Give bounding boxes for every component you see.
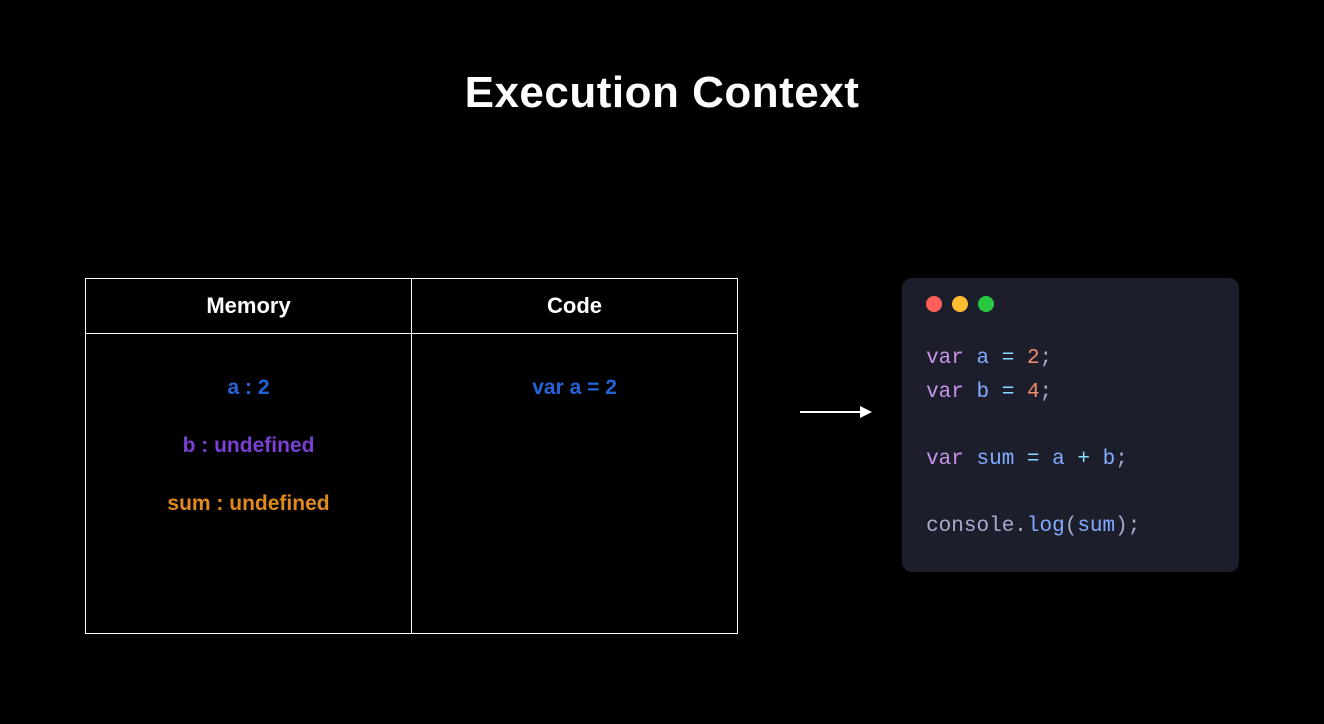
maximize-icon (978, 296, 994, 312)
close-icon (926, 296, 942, 312)
source-line-4: console.log(sum); (926, 510, 1215, 544)
execution-context-table: Memory Code a : 2 b : undefined sum : un… (85, 278, 738, 634)
source-line-2: var b = 4; (926, 376, 1215, 410)
minimize-icon (952, 296, 968, 312)
code-cell: var a = 2 (412, 334, 738, 634)
memory-header: Memory (86, 279, 412, 334)
memory-entry-sum: sum : undefined (167, 492, 329, 516)
code-header: Code (412, 279, 738, 334)
memory-entry-b: b : undefined (183, 434, 315, 458)
memory-entry-a: a : 2 (228, 376, 270, 400)
slide-title: Execution Context (0, 68, 1324, 118)
code-editor: var a = 2; var b = 4; var sum = a + b; c… (902, 278, 1239, 572)
blank-line (926, 476, 1215, 510)
code-line-current: var a = 2 (412, 334, 737, 400)
source-line-1: var a = 2; (926, 342, 1215, 376)
slide-content: Memory Code a : 2 b : undefined sum : un… (85, 278, 1239, 634)
memory-cell: a : 2 b : undefined sum : undefined (86, 334, 412, 634)
blank-line (926, 409, 1215, 443)
arrow-icon (800, 406, 872, 418)
source-line-3: var sum = a + b; (926, 443, 1215, 477)
window-controls (926, 296, 1215, 312)
